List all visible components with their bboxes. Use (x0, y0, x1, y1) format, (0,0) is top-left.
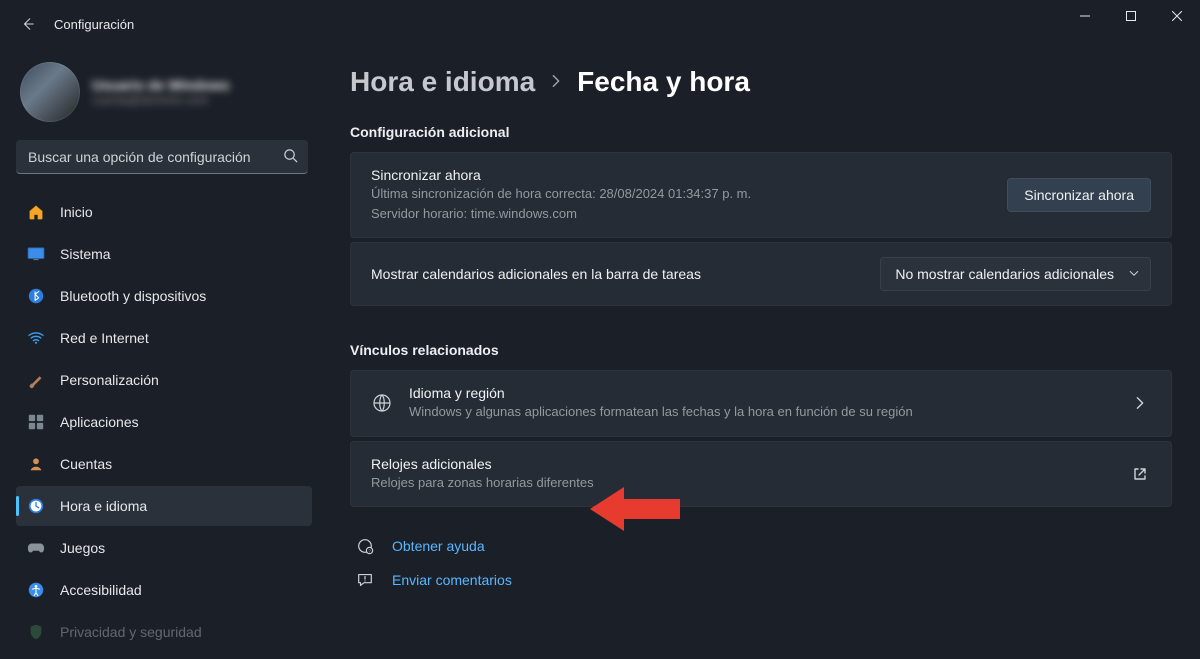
paintbrush-icon (26, 370, 46, 390)
profile-email: cuenta@dominio.com (92, 93, 230, 107)
sidebar-item-label: Privacidad y seguridad (60, 624, 202, 640)
sidebar-item-gaming[interactable]: Juegos (16, 528, 312, 568)
calendars-select[interactable]: No mostrar calendarios adicionales (880, 257, 1151, 291)
sidebar-item-bluetooth[interactable]: Bluetooth y dispositivos (16, 276, 312, 316)
person-icon (26, 454, 46, 474)
calendars-selected-value: No mostrar calendarios adicionales (895, 266, 1114, 282)
sync-title: Sincronizar ahora (371, 167, 991, 183)
sidebar-item-system[interactable]: Sistema (16, 234, 312, 274)
open-external-icon (1129, 463, 1151, 485)
sidebar-nav: Inicio Sistema Bluetooth y dispositivos … (16, 192, 312, 652)
search-input[interactable] (16, 140, 308, 174)
clock-globe-icon (26, 496, 46, 516)
sidebar-item-label: Aplicaciones (60, 414, 139, 430)
sidebar-item-time-language[interactable]: Hora e idioma (16, 486, 312, 526)
breadcrumb: Hora e idioma Fecha y hora (350, 66, 1172, 98)
apps-icon (26, 412, 46, 432)
chevron-down-icon (1128, 266, 1140, 282)
additional-clocks-link[interactable]: Relojes adicionales Relojes para zonas h… (350, 441, 1172, 507)
sidebar-item-apps[interactable]: Aplicaciones (16, 402, 312, 442)
calendars-title: Mostrar calendarios adicionales en la ba… (371, 266, 864, 282)
globe-icon (371, 392, 393, 414)
back-button[interactable] (14, 10, 42, 38)
section-additional-config: Configuración adicional (350, 124, 1172, 140)
get-help-label[interactable]: Obtener ayuda (392, 538, 485, 554)
sidebar-item-label: Bluetooth y dispositivos (60, 288, 206, 304)
wifi-icon (26, 328, 46, 348)
sidebar-item-label: Cuentas (60, 456, 112, 472)
sync-now-button[interactable]: Sincronizar ahora (1007, 178, 1151, 212)
accessibility-icon (26, 580, 46, 600)
feedback-icon (354, 569, 376, 591)
sidebar-item-label: Hora e idioma (60, 498, 147, 514)
section-related-links: Vínculos relacionados (350, 342, 1172, 358)
language-region-link[interactable]: Idioma y región Windows y algunas aplica… (350, 370, 1172, 436)
sidebar-item-label: Juegos (60, 540, 105, 556)
profile-block[interactable]: Usuario de Windows cuenta@dominio.com (16, 56, 312, 140)
sidebar-item-personalization[interactable]: Personalización (16, 360, 312, 400)
app-title: Configuración (54, 17, 134, 32)
sidebar-item-network[interactable]: Red e Internet (16, 318, 312, 358)
language-region-sub: Windows y algunas aplicaciones formatean… (409, 403, 1113, 421)
send-feedback-label[interactable]: Enviar comentarios (392, 572, 512, 588)
sidebar-item-home[interactable]: Inicio (16, 192, 312, 232)
sidebar-item-label: Sistema (60, 246, 111, 262)
sidebar-item-label: Accesibilidad (60, 582, 142, 598)
language-region-title: Idioma y región (409, 385, 1113, 401)
sidebar-item-accessibility[interactable]: Accesibilidad (16, 570, 312, 610)
additional-clocks-title: Relojes adicionales (371, 456, 1113, 472)
chevron-right-icon (549, 74, 563, 91)
profile-name: Usuario de Windows (92, 77, 230, 93)
chevron-right-icon (1129, 392, 1151, 414)
sidebar-item-label: Personalización (60, 372, 159, 388)
close-button[interactable] (1154, 0, 1200, 32)
sync-last: Última sincronización de hora correcta: … (371, 185, 991, 203)
system-icon (26, 244, 46, 264)
get-help-link[interactable]: ? Obtener ayuda (350, 529, 1172, 563)
sync-card: Sincronizar ahora Última sincronización … (350, 152, 1172, 238)
shield-icon (26, 622, 46, 642)
sidebar-item-label: Inicio (60, 204, 93, 220)
send-feedback-link[interactable]: Enviar comentarios (350, 563, 1172, 597)
sidebar-item-accounts[interactable]: Cuentas (16, 444, 312, 484)
search-box[interactable] (16, 140, 308, 174)
calendars-card: Mostrar calendarios adicionales en la ba… (350, 242, 1172, 306)
minimize-button[interactable] (1062, 0, 1108, 32)
additional-clocks-sub: Relojes para zonas horarias diferentes (371, 474, 1113, 492)
home-icon (26, 202, 46, 222)
gamepad-icon (26, 538, 46, 558)
avatar (20, 62, 80, 122)
sidebar-item-privacy[interactable]: Privacidad y seguridad (16, 612, 312, 652)
maximize-button[interactable] (1108, 0, 1154, 32)
help-icon: ? (354, 535, 376, 557)
page-title: Fecha y hora (577, 66, 750, 98)
breadcrumb-parent[interactable]: Hora e idioma (350, 66, 535, 98)
bluetooth-icon (26, 286, 46, 306)
sidebar-item-label: Red e Internet (60, 330, 149, 346)
search-icon (283, 148, 298, 166)
sync-server: Servidor horario: time.windows.com (371, 205, 991, 223)
